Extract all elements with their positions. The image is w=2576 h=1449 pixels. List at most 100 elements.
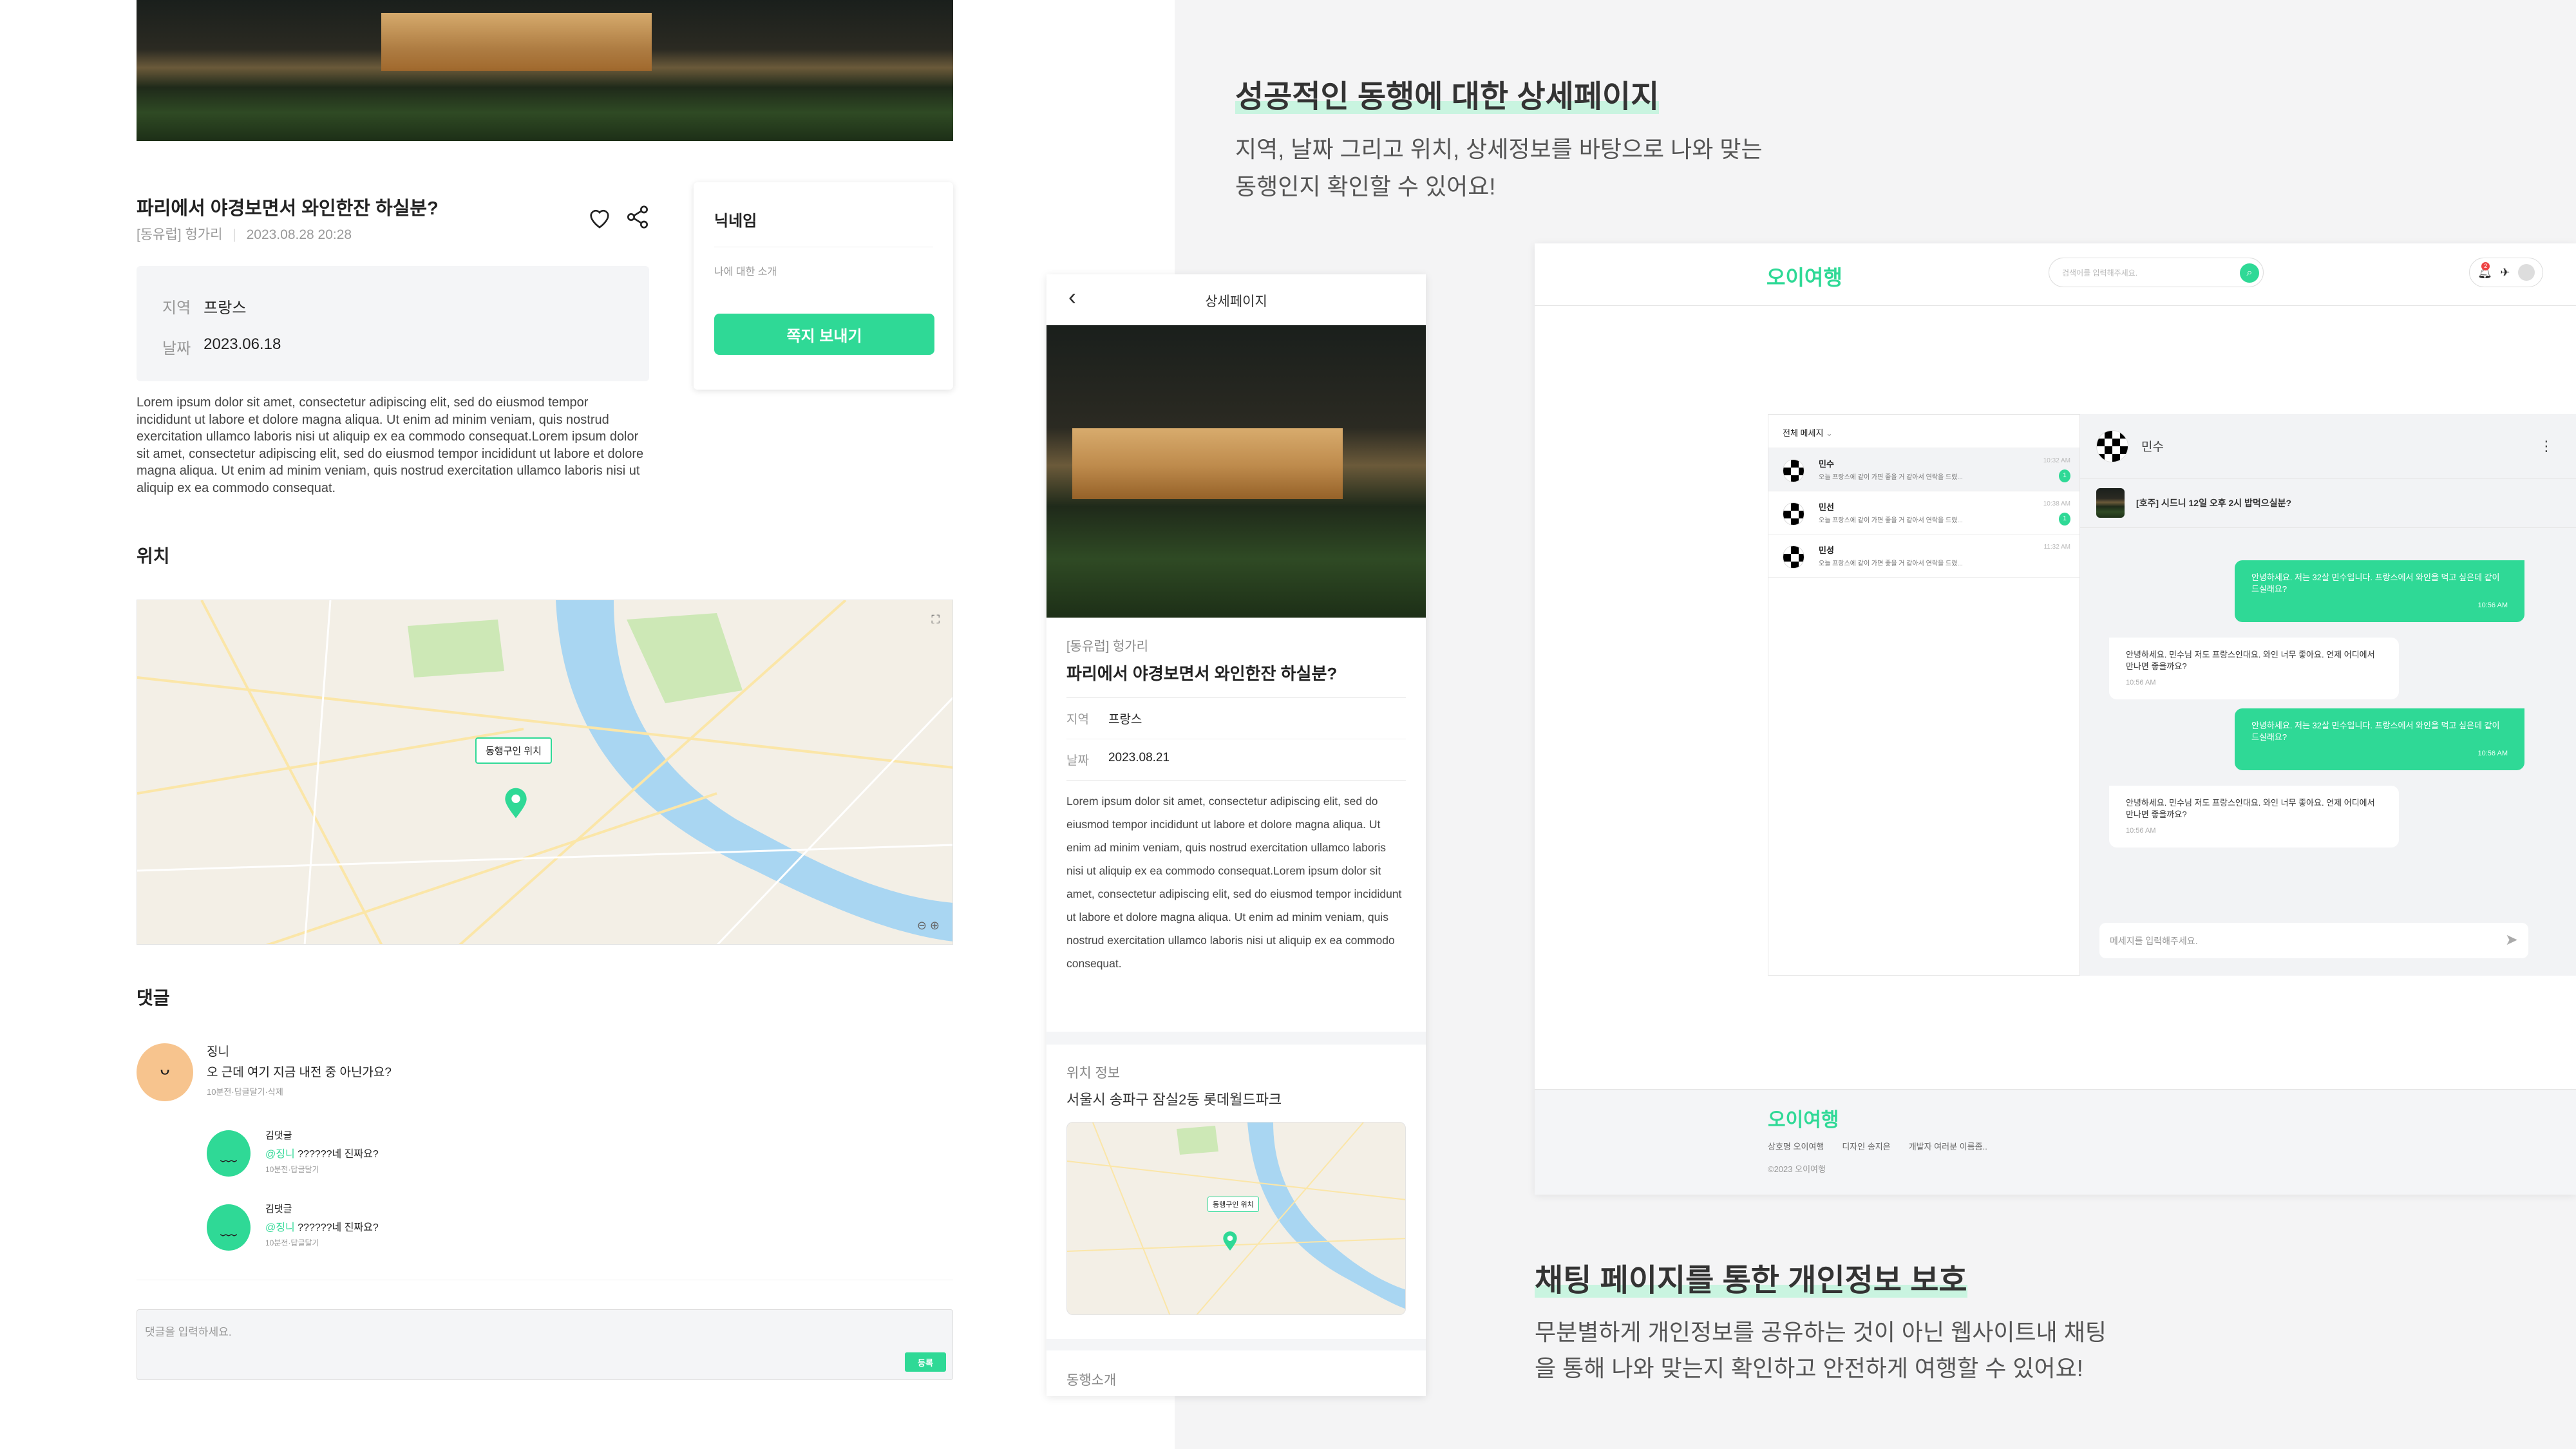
comment-meta[interactable]: 10분전·답글달기·삭제 [207,1085,283,1097]
heart-icon[interactable] [586,205,613,231]
sent-message: 안녕하세요. 저는 32살 민수입니다. 프랑스에서 와인을 먹고 싶은데 같이… [2235,708,2524,770]
footer-link[interactable]: 상호명 오이여행 [1768,1140,1824,1152]
send-icon[interactable]: ✈︎ [2500,266,2510,279]
info-label: 지역 [1066,713,1089,726]
info-value: 2023.06.18 [204,336,281,353]
mobile-hero-photo [1046,325,1426,618]
post-thumbnail [2096,488,2125,518]
message-time: 10:56 AM [2126,827,2156,835]
fullscreen-icon[interactable]: ⛶ [931,613,940,627]
unread-badge: 1 [2059,513,2070,526]
site-logo[interactable]: 오이여행 [1766,261,1842,291]
footer-link[interactable]: 디자인 송지은 [1842,1140,1890,1152]
message-time: 10:56 AM [2477,601,2508,610]
message-text: 안녕하세요. 민수님 저도 프랑스인대요. 와인 너무 좋아요. 언제 어디에서… [2126,798,2375,819]
footer-copyright: ©2023 오이여행 [1768,1164,1826,1174]
mobile-post-title: 파리에서 야경보면서 와인한잔 하실분? [1066,664,1338,683]
search-placeholder: 검색어를 입력해주세요. [2062,269,2138,278]
site-footer: 오이여행 상호명 오이여행 디자인 송지은 개발자 여러분 이름좀.. ©202… [1535,1089,2576,1195]
mobile-location-map[interactable]: 동행구인 위치 [1066,1122,1406,1315]
sent-message: 안녕하세요. 저는 32살 민수입니다. 프랑스에서 와인을 먹고 싶은데 같이… [2235,560,2524,622]
reply-mention[interactable]: @징니 [265,1222,295,1233]
conversation-list: 전체 메세지 ⌄ 민수 오늘 프랑스에 같이 가면 좋을 거 같아서 연락을 드… [1768,414,2080,976]
post-category: [동유럽] 헝가리 [137,227,223,242]
footer-logo: 오이여행 [1768,1110,1839,1131]
conversation-item[interactable]: 민선 오늘 프랑스에 같이 가면 좋을 거 같아서 연락을 드렸... 10:3… [1768,491,2079,535]
map-pin-icon[interactable] [1222,1231,1238,1251]
header-actions: 🔔︎ 2 ✈︎ [2469,258,2543,287]
share-icon[interactable] [625,204,650,231]
section1-heading-text: 성공적인 동행에 대한 상세페이지 [1235,80,1660,114]
info-row-region: 지역 프랑스 [162,295,623,317]
info-box: 지역 프랑스 날짜 2023.06.18 [137,266,649,381]
reply-meta[interactable]: 10분전·답글달기 [265,1164,319,1175]
conversation-preview: 오늘 프랑스에 같이 가면 좋을 거 같아서 연락을 드렸... [1819,560,1963,567]
user-avatar-icon[interactable] [2517,264,2535,281]
footer-link[interactable]: 개발자 여러분 이름좀.. [1909,1140,1987,1152]
info-row-date: 날짜 2023.06.18 [162,336,623,358]
send-arrow-icon[interactable]: ➤ [2505,931,2518,949]
info-label: 지역 [162,299,191,317]
mobile-header: ‹ 상세페이지 [1046,274,1426,325]
site-header: 오이여행 검색어를 입력해주세요. ⌕ 🔔︎ 2 ✈︎ [1535,243,2576,306]
info-label: 날짜 [1066,754,1089,768]
mobile-intro-section: 동행소개 [1046,1350,1426,1396]
post-title: 파리에서 야경보면서 와인한잔 하실분? [137,198,439,219]
info-value: 프랑스 [204,299,247,317]
list-filter-dropdown[interactable]: 전체 메세지 ⌄ [1768,415,2079,448]
map-pin-icon[interactable] [503,787,529,819]
avatar-checker-icon [1783,545,1804,569]
comment-text: 오 근데 여기 지금 내전 중 아닌가요? [207,1066,392,1079]
conversation-time: 10:38 AM [2043,500,2070,507]
conversation-time: 11:32 AM [2043,544,2070,551]
unread-badge: 1 [2059,469,2070,482]
hero-photo [137,0,953,141]
search-icon[interactable]: ⌕ [2240,263,2259,283]
comment-submit-button[interactable]: 등록 [905,1352,946,1372]
conversation-item[interactable]: 민성 오늘 프랑스에 같이 가면 좋을 거 같아서 연락을 드렸... 11:3… [1768,535,2079,578]
map-marker-label: 동행구인 위치 [475,737,552,764]
reply-mention[interactable]: @징니 [265,1149,295,1160]
location-map[interactable]: 동행구인 위치 ⛶ ⊖ ⊕ [137,600,953,945]
mobile-info-row: 지역 프랑스 [1066,697,1406,739]
notification-badge: 2 [2481,261,2490,270]
chat-room-name: 민수 [2141,440,2164,454]
conversation-time: 10:32 AM [2043,457,2070,464]
mobile-address: 서울시 송파구 잠실2동 롯데월드파크 [1066,1092,1282,1108]
comment-input[interactable]: 댓글을 입력하세요. 등록 [137,1309,953,1380]
conversation-preview: 오늘 프랑스에 같이 가면 좋을 거 같아서 연락을 드렸... [1819,474,1963,481]
section1-desc: 지역, 날짜 그리고 위치, 상세정보를 바탕으로 나와 맞는 동행인지 확인할… [1235,131,1763,205]
message-time: 10:56 AM [2477,750,2508,758]
profile-card: 닉네임 나에 대한 소개 쪽지 보내기 [694,182,953,390]
conversation-item[interactable]: 민수 오늘 프랑스에 같이 가면 좋을 거 같아서 연락을 드렸... 10:3… [1768,448,2079,491]
location-heading: 위치 [137,546,170,566]
reply-text: @징니 ??????네 진짜요? [265,1145,379,1160]
web-detail-page: 파리에서 야경보면서 와인한잔 하실분? [동유럽] 헝가리 | 2023.08… [0,0,1175,1449]
received-message: 안녕하세요. 민수님 저도 프랑스인대요. 와인 너무 좋아요. 언제 어디에서… [2109,786,2399,848]
mobile-intro-heading: 동행소개 [1066,1373,1117,1388]
message-text: 안녕하세요. 저는 32살 민수입니다. 프랑스에서 와인을 먹고 싶은데 같이… [2251,721,2500,742]
message-input[interactable]: 메세지를 입력해주세요. ➤ [2099,923,2528,958]
more-vertical-icon[interactable]: ⋮ [2539,438,2553,455]
send-message-button[interactable]: 쪽지 보내기 [714,314,934,355]
message-text: 안녕하세요. 민수님 저도 프랑스인대요. 와인 너무 좋아요. 언제 어디에서… [2126,650,2375,671]
bell-icon[interactable]: 🔔︎ 2 [2477,261,2492,279]
received-message: 안녕하세요. 민수님 저도 프랑스인대요. 와인 너무 좋아요. 언제 어디에서… [2109,638,2399,699]
section2-heading-text: 채팅 페이지를 통한 개인정보 보호 [1535,1264,1967,1298]
reply-meta[interactable]: 10분전·답글달기 [265,1237,319,1248]
linked-post[interactable]: [호주] 시드니 12일 오후 2시 밥먹으실분? [2080,478,2576,528]
chat-room: 민수 ⋮ [호주] 시드니 12일 오후 2시 밥먹으실분? 안녕하세요. 저는… [2080,414,2576,976]
search-input[interactable]: 검색어를 입력해주세요. ⌕ [2049,258,2264,287]
message-placeholder: 메세지를 입력해주세요. [2110,936,2198,946]
post-meta: [동유럽] 헝가리 | 2023.08.28 20:28 [137,227,352,242]
chat-web-page: 오이여행 검색어를 입력해주세요. ⌕ 🔔︎ 2 ✈︎ 전체 메세지 ⌄ 민수 오… [1535,243,2576,1195]
zoom-controls-icon[interactable]: ⊖ ⊕ [917,919,940,933]
section2-desc-line: 을 통해 나와 맞는지 확인하고 안전하게 여행할 수 있어요! [1535,1355,2083,1381]
profile-nickname: 닉네임 [714,213,757,230]
list-filter-label: 전체 메세지 [1783,428,1824,438]
comment-author: 징니 [207,1045,229,1059]
comments-heading: 댓글 [137,988,170,1008]
section2-desc-line: 무분별하게 개인정보를 공유하는 것이 아닌 웹사이트내 채팅 [1535,1319,2107,1345]
map-graphic [1067,1122,1405,1314]
linked-post-title: [호주] 시드니 12일 오후 2시 밥먹으실분? [2136,498,2292,508]
